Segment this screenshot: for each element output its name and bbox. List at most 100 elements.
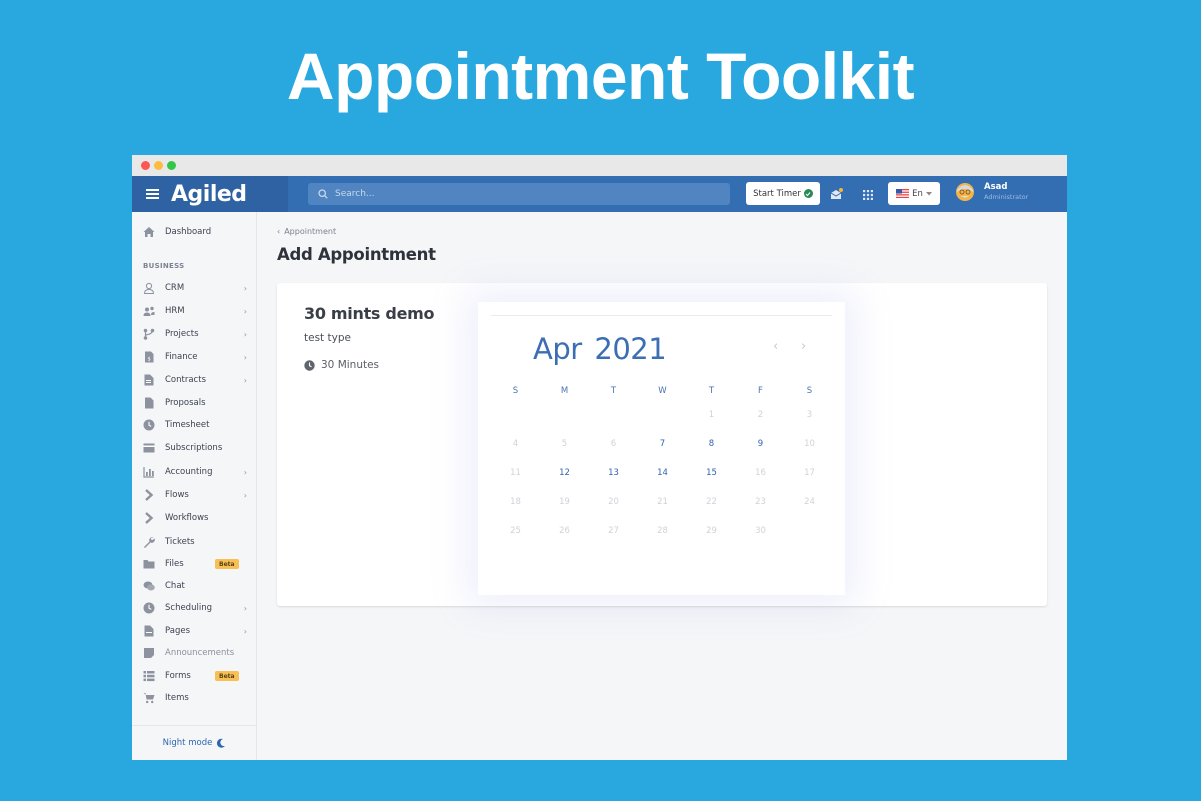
- sidebar-item-tickets[interactable]: Tickets: [132, 532, 257, 552]
- user-name: Asad: [984, 181, 1008, 192]
- duration-label: 30 Minutes: [321, 359, 380, 371]
- language-selector[interactable]: En: [888, 182, 940, 205]
- weekday-label: W: [658, 386, 667, 396]
- sidebar-item-files[interactable]: Files Beta: [132, 554, 257, 574]
- sidebar-item-label: Items: [165, 693, 189, 703]
- logo[interactable]: Agiled: [171, 182, 247, 207]
- calendar-day-disabled: 24: [804, 496, 815, 507]
- hamburger-menu-icon[interactable]: [146, 189, 159, 199]
- home-icon: [143, 227, 155, 237]
- sidebar-item-hrm[interactable]: HRM ›: [132, 301, 257, 321]
- calendar-day-disabled: 2: [757, 409, 764, 420]
- sidebar-item-scheduling[interactable]: Scheduling ›: [132, 598, 257, 618]
- sidebar-item-projects[interactable]: Projects ›: [132, 324, 257, 344]
- calendar-day-available[interactable]: 8: [687, 439, 736, 449]
- file-icon: [145, 397, 154, 409]
- contract-icon: [144, 374, 154, 386]
- sidebar-item-announcements[interactable]: Announcements: [132, 643, 257, 663]
- calendar-day-available[interactable]: 14: [638, 468, 687, 478]
- sidebar-item-label: Scheduling: [165, 603, 212, 613]
- sidebar-item-accounting[interactable]: Accounting ›: [132, 462, 257, 482]
- moon-icon: [217, 738, 226, 748]
- caret-down-icon: [925, 191, 932, 195]
- apps-grid-icon[interactable]: [862, 186, 874, 205]
- close-window-dot[interactable]: [141, 161, 150, 170]
- sidebar-item-forms[interactable]: Forms Beta: [132, 666, 257, 686]
- user-role: Administrator: [984, 192, 1029, 201]
- calendar-day-disabled: 5: [561, 438, 568, 449]
- chevron-right-icon: ›: [243, 375, 247, 385]
- calendar-day-disabled: 25: [510, 525, 521, 536]
- night-mode-toggle[interactable]: Night mode: [132, 725, 257, 760]
- sidebar-item-workflows[interactable]: Workflows: [132, 508, 257, 528]
- calendar-week-row: 25 26 27 28 29 30: [491, 516, 834, 545]
- user-icon: [143, 282, 155, 294]
- maximize-window-dot[interactable]: [167, 161, 176, 170]
- weekday-label: T: [610, 386, 617, 396]
- page-icon: [144, 625, 154, 637]
- chevron-right-icon: ›: [243, 306, 247, 316]
- calendar-day-available[interactable]: 15: [687, 468, 736, 478]
- calendar-day-available[interactable]: 12: [540, 468, 589, 478]
- sidebar-item-contracts[interactable]: Contracts ›: [132, 370, 257, 390]
- bar-chart-icon: [143, 467, 154, 478]
- svg-text:$: $: [148, 357, 151, 363]
- appointment-duration: 30 Minutes: [304, 359, 379, 371]
- calendar-day-available[interactable]: 13: [589, 468, 638, 478]
- chevron-right-icon: ›: [243, 329, 247, 339]
- section-label-business: BUSINESS: [143, 262, 185, 270]
- appointment-card: 30 mints demo test type 30 Minutes Apr 2…: [277, 283, 1047, 606]
- chevron-right-icon: ›: [243, 603, 247, 613]
- beta-badge: Beta: [215, 559, 239, 569]
- weekday-label: F: [758, 386, 763, 396]
- sidebar-item-label: Subscriptions: [165, 443, 223, 453]
- start-timer-button[interactable]: Start Timer: [746, 182, 820, 205]
- calendar-day-disabled: 26: [559, 525, 570, 536]
- calendar-picker: Apr 2021 ‹ › S M T W T F S 1 2 3 4 5 6 7 8 9 10 11 12 13 14 1…: [478, 302, 845, 595]
- sidebar-item-timesheet[interactable]: Timesheet: [132, 415, 257, 435]
- weekday-label: T: [708, 386, 715, 396]
- calendar-week-row: 1 2 3: [491, 400, 834, 429]
- sidebar-item-label: Files: [165, 559, 184, 569]
- calendar-day-disabled: 10: [804, 438, 815, 449]
- folder-icon: [143, 560, 155, 569]
- sidebar-item-dashboard[interactable]: Dashboard: [132, 222, 257, 242]
- breadcrumb[interactable]: ‹ Appointment: [277, 227, 336, 236]
- sidebar-item-chat[interactable]: Chat: [132, 576, 257, 596]
- sidebar-item-crm[interactable]: CRM ›: [132, 278, 257, 298]
- sidebar-item-proposals[interactable]: Proposals: [132, 393, 257, 413]
- calendar-day-available[interactable]: 7: [638, 439, 687, 449]
- breadcrumb-appointment[interactable]: Appointment: [284, 227, 336, 236]
- beta-badge: Beta: [215, 671, 239, 681]
- sidebar-item-flows[interactable]: Flows ›: [132, 485, 257, 505]
- sidebar-item-label: Contracts: [165, 375, 206, 385]
- calendar-day-disabled: 16: [755, 467, 766, 478]
- language-label: En: [912, 188, 923, 199]
- appointment-title: 30 mints demo: [304, 304, 435, 323]
- invoice-dollar-icon: $: [145, 351, 154, 363]
- minimize-window-dot[interactable]: [154, 161, 163, 170]
- search-input[interactable]: [335, 189, 695, 199]
- calendar-day-disabled: 22: [706, 496, 717, 507]
- calendar-day-available[interactable]: 9: [736, 439, 785, 449]
- sidebar-item-label: Forms: [165, 671, 191, 681]
- sidebar-item-finance[interactable]: $ Finance ›: [132, 347, 257, 367]
- user-menu[interactable]: Asad Administrator: [956, 180, 1028, 202]
- calendar-day-disabled: 19: [559, 496, 570, 507]
- sidebar-item-items[interactable]: Items: [132, 688, 257, 708]
- calendar-month-year: Apr 2021: [533, 332, 667, 366]
- start-timer-label: Start Timer: [753, 188, 801, 199]
- next-month-button[interactable]: ›: [801, 339, 806, 354]
- main-content: ‹ Appointment Add Appointment 30 mints d…: [258, 212, 1067, 760]
- sidebar-item-subscriptions[interactable]: Subscriptions: [132, 438, 257, 458]
- search-bar[interactable]: [308, 183, 730, 205]
- notification-envelope-icon[interactable]: [829, 186, 843, 205]
- sidebar-item-label: Finance: [165, 352, 198, 362]
- calendar-week-row: 18 19 20 21 22 23 24: [491, 487, 834, 516]
- calendar-divider: [491, 315, 832, 316]
- prev-month-button[interactable]: ‹: [773, 339, 778, 354]
- project-branch-icon: [143, 328, 155, 340]
- calendar-year: 2021: [594, 332, 667, 366]
- credit-card-icon: [143, 443, 155, 453]
- sidebar-item-pages[interactable]: Pages ›: [132, 621, 257, 641]
